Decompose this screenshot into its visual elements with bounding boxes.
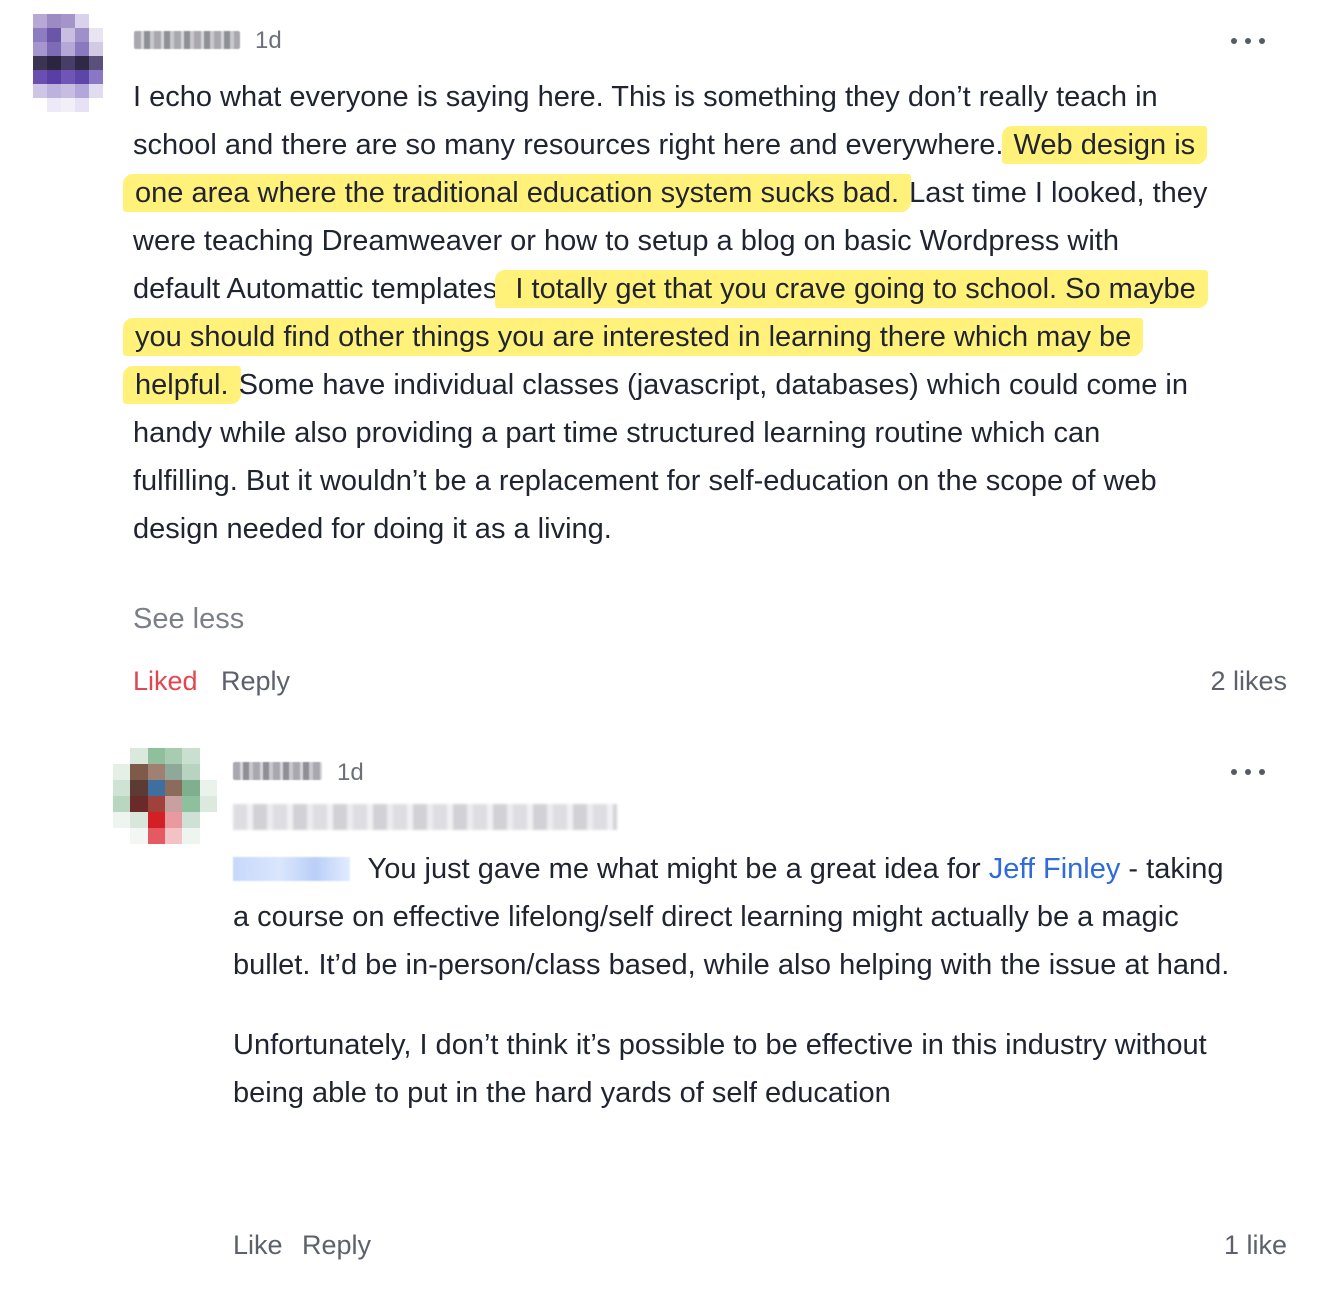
- avatar-pixel: [47, 70, 61, 84]
- like-button[interactable]: Liked: [133, 666, 198, 697]
- avatar-pixel: [33, 42, 47, 56]
- comment-body: You just gave me what might be a great i…: [233, 845, 1233, 1149]
- avatar-pixel: [113, 780, 131, 796]
- author-name-redacted[interactable]: [233, 762, 322, 780]
- avatar-pixel: [75, 70, 89, 84]
- avatar-pixel: [182, 812, 200, 828]
- avatar-pixel: [61, 84, 75, 98]
- avatar-pixel: [47, 14, 61, 28]
- avatar-pixel: [130, 780, 148, 796]
- avatar-pixel: [165, 764, 183, 780]
- avatar-pixel: [33, 98, 47, 112]
- avatar-pixel: [61, 56, 75, 70]
- body-text: You just gave me what might be a great i…: [360, 853, 989, 885]
- avatar-pixel: [113, 828, 131, 844]
- paragraph: You just gave me what might be a great i…: [233, 845, 1233, 989]
- avatar-pixel: [89, 28, 103, 42]
- avatar-pixel: [199, 812, 217, 828]
- more-options-icon[interactable]: [1231, 765, 1265, 779]
- avatar-pixel: [199, 764, 217, 780]
- mention-link[interactable]: Jeff Finley: [989, 853, 1121, 885]
- see-less-link[interactable]: See less: [133, 603, 244, 636]
- avatar-pixel: [130, 796, 148, 812]
- avatar-pixel: [199, 796, 217, 812]
- more-options-icon[interactable]: [1231, 34, 1265, 48]
- avatar-pixel: [147, 796, 165, 812]
- avatar-pixel: [61, 70, 75, 84]
- author-name-redacted[interactable]: [134, 31, 240, 49]
- avatar-pixel: [89, 84, 103, 98]
- avatar-pixel: [182, 780, 200, 796]
- avatar-pixel: [147, 828, 165, 844]
- avatar-pixel: [147, 812, 165, 828]
- avatar-pixel: [199, 748, 217, 764]
- avatar-pixel: [33, 84, 47, 98]
- avatar-pixel: [165, 812, 183, 828]
- avatar-pixel: [75, 98, 89, 112]
- avatar-pixel: [75, 84, 89, 98]
- avatar-pixel: [75, 42, 89, 56]
- avatar-pixel: [47, 98, 61, 112]
- avatar-pixel: [61, 98, 75, 112]
- avatar-pixel: [147, 780, 165, 796]
- avatar-pixel: [47, 28, 61, 42]
- timestamp: 1d: [255, 27, 282, 54]
- author-headline-redacted: [233, 804, 617, 830]
- avatar-pixel: [113, 812, 131, 828]
- avatar-pixel: [33, 14, 47, 28]
- avatar-pixel: [89, 98, 103, 112]
- avatar-pixel: [199, 780, 217, 796]
- avatar-pixel: [165, 748, 183, 764]
- avatar-pixel: [130, 764, 148, 780]
- avatar[interactable]: [33, 14, 103, 112]
- reply-button[interactable]: Reply: [302, 1230, 371, 1261]
- paragraph: Unfortunately, I don’t think it’s possib…: [233, 1029, 1207, 1109]
- avatar-pixel: [75, 28, 89, 42]
- avatar-pixel: [61, 28, 75, 42]
- avatar-pixel: [75, 56, 89, 70]
- reply-button[interactable]: Reply: [221, 666, 290, 697]
- avatar-pixel: [33, 56, 47, 70]
- avatar-pixel: [182, 748, 200, 764]
- avatar-pixel: [147, 764, 165, 780]
- comment-body: I echo what everyone is saying here. Thi…: [123, 73, 1208, 553]
- timestamp: 1d: [337, 759, 364, 786]
- avatar-pixel: [89, 14, 103, 28]
- avatar-pixel: [130, 828, 148, 844]
- likes-count[interactable]: 1 like: [1224, 1230, 1287, 1261]
- avatar-pixel: [147, 748, 165, 764]
- body-text: Some have individual classes (javascript…: [133, 369, 1188, 545]
- like-button[interactable]: Like: [233, 1230, 283, 1261]
- avatar-pixel: [182, 764, 200, 780]
- avatar-pixel: [113, 764, 131, 780]
- avatar-pixel: [182, 828, 200, 844]
- avatar-pixel: [47, 56, 61, 70]
- avatar-pixel: [89, 42, 103, 56]
- avatar[interactable]: [113, 748, 217, 844]
- avatar-pixel: [89, 56, 103, 70]
- likes-count[interactable]: 2 likes: [1210, 666, 1287, 697]
- avatar-pixel: [199, 828, 217, 844]
- avatar-pixel: [165, 796, 183, 812]
- mention-redacted[interactable]: [233, 857, 350, 881]
- avatar-pixel: [165, 828, 183, 844]
- avatar-pixel: [113, 748, 131, 764]
- avatar-pixel: [61, 42, 75, 56]
- avatar-pixel: [130, 748, 148, 764]
- avatar-pixel: [33, 70, 47, 84]
- avatar-pixel: [33, 28, 47, 42]
- avatar-pixel: [89, 70, 103, 84]
- comment: 1d I echo what everyone is saying here. …: [0, 0, 1324, 720]
- avatar-pixel: [182, 796, 200, 812]
- avatar-pixel: [113, 796, 131, 812]
- avatar-pixel: [165, 780, 183, 796]
- avatar-pixel: [75, 14, 89, 28]
- avatar-pixel: [47, 84, 61, 98]
- avatar-pixel: [47, 42, 61, 56]
- avatar-pixel: [130, 812, 148, 828]
- avatar-pixel: [61, 14, 75, 28]
